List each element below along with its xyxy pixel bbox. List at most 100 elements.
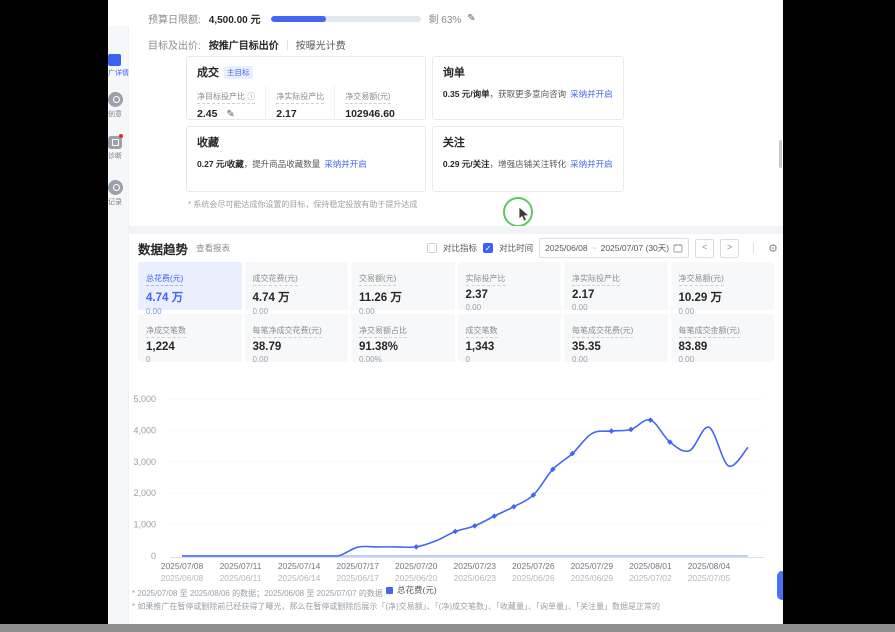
trend-title: 数据趋势	[138, 239, 188, 258]
trend-header: 数据趋势 查看报表 对比指标 ✓ 对比时间 2025/06/08 ~ 2025/…	[138, 238, 778, 258]
metric-value: 38.79	[253, 341, 341, 353]
budget-progress-bar	[271, 16, 421, 22]
svg-text:2025/07/20: 2025/07/20	[395, 561, 438, 571]
primary-goal-badge: 主目标	[224, 66, 253, 79]
svg-text:2025/07/14: 2025/07/14	[278, 561, 321, 571]
svg-text:2025/07/02: 2025/07/02	[629, 573, 672, 583]
desc: ，获取更多意向咨询	[490, 89, 567, 99]
metric-label: 交易额(元)	[359, 273, 396, 286]
sidebar-item-detail[interactable]: 广详情	[108, 54, 128, 78]
clock-icon	[108, 180, 123, 195]
metric-card-orders[interactable]: 成交笔数1,3430	[458, 314, 562, 362]
sidebar-item-label: 诊断	[108, 151, 128, 161]
metric-card-net-orders[interactable]: 净成交笔数1,2240	[138, 314, 242, 362]
scrollbar-thumb[interactable]	[779, 140, 782, 168]
notification-dot	[119, 134, 123, 138]
floating-action-pill[interactable]	[777, 571, 783, 600]
metric-card-net-gmv[interactable]: 净交易额(元)10.29 万0.00	[671, 262, 775, 310]
metric-compare: 0	[466, 355, 554, 364]
diagnosis-icon	[108, 136, 122, 149]
goal-bid-row: 目标及出价: 按推广目标出价 按曝光计费	[148, 37, 346, 52]
svg-text:2,000: 2,000	[133, 488, 156, 498]
stat-label: 净交易额(元)	[345, 91, 390, 104]
sidebar-item-records[interactable]: 记录	[108, 180, 128, 207]
prev-period-button[interactable]: <	[695, 239, 714, 258]
svg-text:2025/06/29: 2025/06/29	[571, 573, 614, 583]
stat-value: 2.45 ✎	[197, 108, 255, 120]
view-report-link[interactable]: 查看报表	[196, 242, 230, 254]
stat-net-actual-roi: 净实际投产比 2.17	[276, 86, 335, 120]
bottom-bar	[0, 624, 895, 632]
metric-label: 每笔成交花费(元)	[572, 325, 633, 338]
goal-card-favorite: 收藏 0.27 元/收藏，提升商品收藏数量采纳并开启	[186, 126, 426, 192]
adopt-enable-link[interactable]: 采纳并开启	[570, 159, 613, 169]
metric-compare: 0.00	[679, 355, 767, 364]
svg-text:4,000: 4,000	[133, 425, 156, 435]
tab-bid-by-goal[interactable]: 按推广目标出价	[209, 37, 279, 52]
metric-card-net-gmv-ratio[interactable]: 净交易额占比91.38%0.00%	[351, 314, 455, 362]
date-range-input[interactable]: 2025/06/08 ~ 2025/07/07 (30天)	[539, 238, 689, 258]
adopt-enable-link[interactable]: 采纳并开启	[324, 159, 367, 169]
metric-card-gmv[interactable]: 交易额(元)11.26 万0.00	[351, 262, 455, 310]
svg-text:2025/07/29: 2025/07/29	[571, 561, 614, 571]
svg-text:2025/07/26: 2025/07/26	[512, 561, 555, 571]
divider	[287, 40, 288, 50]
metric-card-amount-per-order[interactable]: 每笔成交金额(元)83.890.00	[671, 314, 775, 362]
metric-card-total-spend[interactable]: 总花费(元)4.74 万0.00	[138, 262, 242, 310]
trend-line-chart[interactable]: 01,0002,0003,0004,0005,0002025/07/082025…	[116, 390, 776, 586]
detail-icon	[108, 54, 121, 66]
svg-text:2025/07/11: 2025/07/11	[220, 561, 262, 571]
svg-text:2025/06/17: 2025/06/17	[336, 573, 379, 583]
metric-card-net-cost-per-order[interactable]: 每笔净成交花费(元)38.790.00	[245, 314, 349, 362]
adopt-enable-link[interactable]: 采纳并开启	[570, 89, 613, 99]
metric-value: 4.74 万	[146, 289, 234, 305]
info-icon[interactable]: ⓘ	[247, 92, 255, 101]
metric-compare: 0.00	[572, 355, 660, 364]
metric-label: 每笔净成交花费(元)	[253, 325, 322, 338]
svg-text:2025/07/17: 2025/07/17	[336, 561, 379, 571]
budget-label: 预算日限额:	[148, 11, 201, 26]
budget-row: 预算日限额: 4,500.00 元 剩 63% ✎	[148, 11, 476, 26]
goal-note: * 系统会尽可能达成你设置的目标，保持稳定投放有助于提升达成	[188, 199, 417, 210]
metric-value: 83.89	[679, 341, 767, 353]
svg-text:2025/06/23: 2025/06/23	[453, 573, 496, 583]
tab-bid-by-impression[interactable]: 按曝光计费	[296, 37, 346, 52]
stat-label: 净实际投产比	[276, 91, 324, 104]
metric-label: 净成交笔数	[146, 325, 186, 338]
desc: ，提升商品收藏数量	[244, 159, 321, 169]
metric-value: 10.29 万	[679, 289, 767, 305]
metric-card-net-actual-roi[interactable]: 净实际投产比2.170.00	[564, 262, 668, 310]
compare-metric-checkbox[interactable]	[427, 243, 437, 253]
compare-time-checkbox[interactable]: ✓	[483, 243, 493, 253]
sidebar-item-diagnosis[interactable]: 诊断	[108, 136, 128, 161]
sidebar-item-creative[interactable]: 创意	[108, 92, 128, 119]
svg-text:1,000: 1,000	[133, 520, 156, 530]
next-period-button[interactable]: >	[720, 239, 739, 258]
sidebar-item-label: 创意	[108, 109, 128, 119]
budget-progress-fill	[271, 16, 327, 22]
stat-net-target-roi: 净目标投产比 ⓘ 2.45 ✎	[197, 86, 266, 120]
metric-card-actual-roi[interactable]: 实际投产比2.370.00	[458, 262, 562, 310]
metric-label: 净交易额(元)	[679, 273, 724, 286]
date-separator: ~	[592, 243, 597, 253]
metric-label: 净实际投产比	[572, 273, 620, 286]
metric-value: 2.17	[572, 289, 660, 301]
svg-text:3,000: 3,000	[133, 457, 156, 467]
budget-value: 4,500.00 元	[209, 11, 261, 26]
goal-bid-label: 目标及出价:	[148, 37, 201, 52]
edit-roi-icon[interactable]: ✎	[226, 109, 234, 120]
metric-compare: 0.00	[466, 303, 554, 312]
goal-card-title: 成交	[197, 64, 219, 80]
stat-value: 2.17	[276, 108, 324, 120]
metric-card-deal-spend[interactable]: 成交花费(元)4.74 万0.00	[245, 262, 349, 310]
svg-text:0: 0	[151, 551, 156, 561]
metric-value: 2.37	[466, 289, 554, 301]
goal-card-follow: 关注 0.29 元/关注，增强店铺关注转化采纳并开启	[432, 126, 624, 192]
settings-gear-icon[interactable]: ⚙	[768, 242, 778, 255]
metric-compare: 0	[146, 355, 234, 364]
goal-card-inquiry: 询单 0.35 元/询单，获取更多意向咨询采纳并开启	[432, 56, 624, 120]
svg-text:2025/08/01: 2025/08/01	[629, 561, 672, 571]
svg-text:2025/07/08: 2025/07/08	[161, 561, 204, 571]
edit-budget-icon[interactable]: ✎	[467, 13, 475, 24]
metric-card-cost-per-order[interactable]: 每笔成交花费(元)35.350.00	[564, 314, 668, 362]
